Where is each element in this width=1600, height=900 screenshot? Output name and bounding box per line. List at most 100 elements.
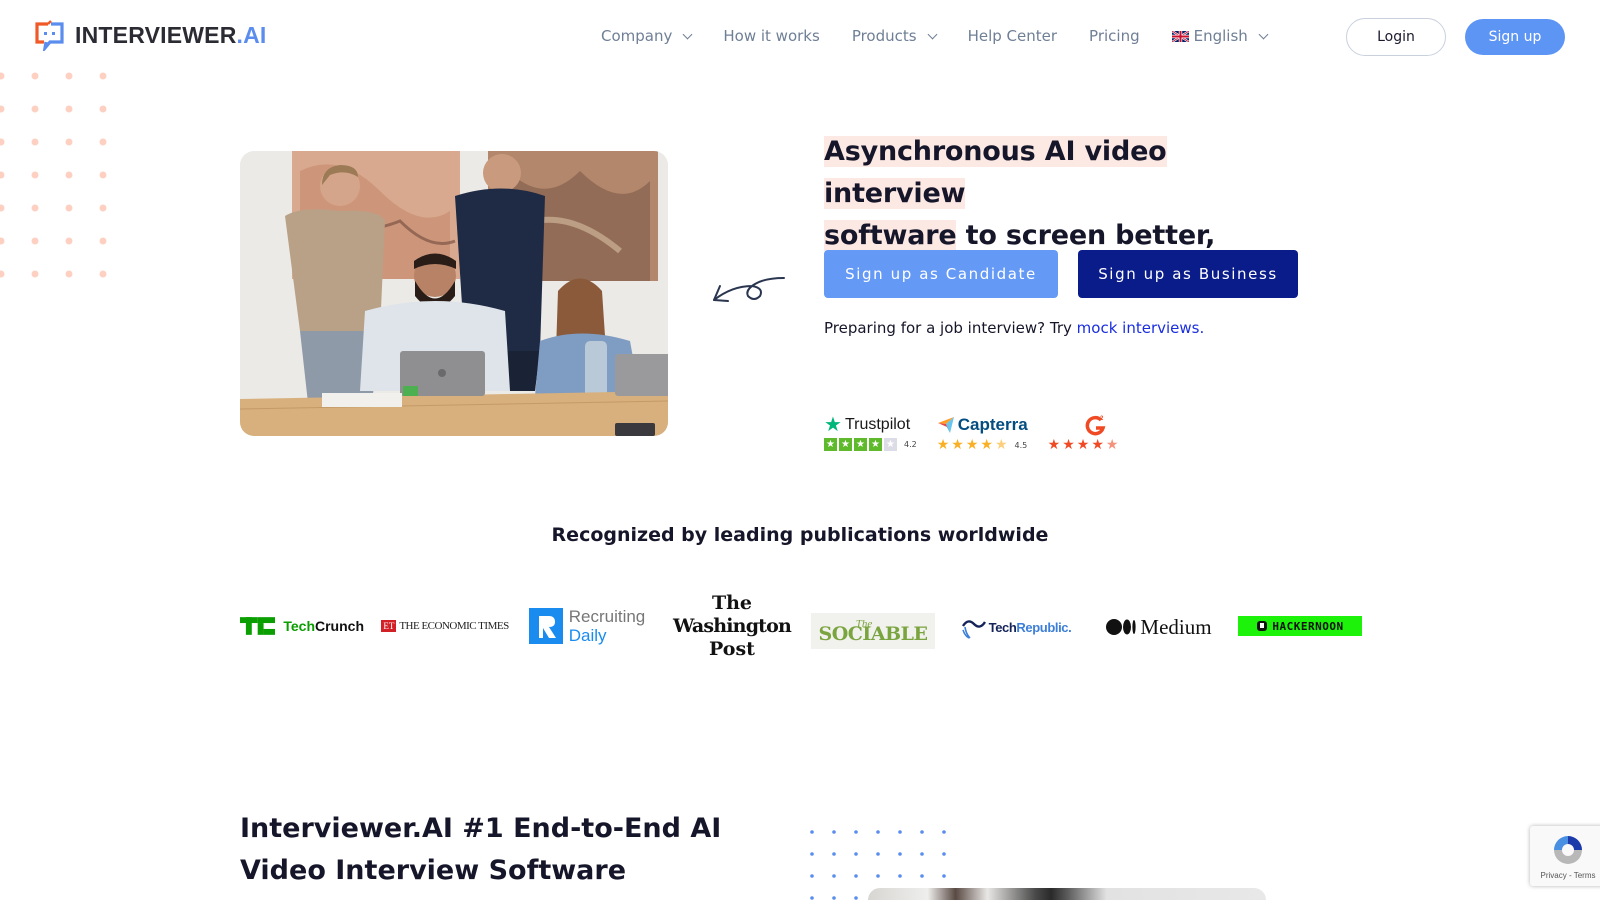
decorative-dot: [31, 72, 39, 80]
g2-logo-icon: 2: [1085, 415, 1106, 436]
rating-trustpilot[interactable]: ★ Trustpilot ★ ★ ★ ★ ★ 4.2: [824, 414, 917, 451]
recruiting-daily-logo[interactable]: Recruiting Daily: [525, 606, 649, 646]
hackernoon-helmet-icon: [1257, 621, 1268, 631]
decorative-dot: [920, 874, 924, 878]
recaptcha-badge[interactable]: Privacy - Terms: [1530, 826, 1600, 886]
washington-post-logo[interactable]: The Washington Post: [670, 586, 794, 666]
the-sociable-logo[interactable]: The SOCIABLE: [811, 613, 935, 649]
logo-text: INTERVIEWER.AI: [75, 22, 267, 48]
recaptcha-links[interactable]: Privacy - Terms: [1541, 871, 1596, 880]
decorative-dot: [31, 237, 39, 245]
decorative-dot: [854, 852, 858, 856]
techrepublic-wave-icon: [961, 620, 986, 639]
review-ratings: ★ Trustpilot ★ ★ ★ ★ ★ 4.2 Capterra ★ ★ …: [824, 414, 1118, 452]
capterra-stars: ★ ★ ★ ★ ★ 4.5: [937, 438, 1028, 452]
decorative-dot: [810, 852, 814, 856]
techrepublic-logo[interactable]: TechRepublic.: [954, 614, 1078, 640]
decorative-dot: [854, 874, 858, 878]
chevron-down-icon: [682, 29, 693, 39]
login-button[interactable]: Login: [1346, 18, 1446, 56]
decorative-dot: [65, 171, 73, 179]
star-icon: ★: [824, 438, 837, 451]
g2-logo: 2: [1048, 414, 1119, 436]
language-selector[interactable]: English: [1171, 27, 1269, 45]
decorative-dot: [898, 830, 902, 834]
decorative-dot: [832, 852, 836, 856]
chevron-down-icon: [927, 29, 938, 39]
decorative-dot: [832, 896, 836, 900]
techcrunch-text: TechCrunch: [283, 618, 364, 634]
techcrunch-logo[interactable]: TechCrunch: [240, 612, 364, 640]
wapo-line: Washington: [672, 614, 792, 637]
decorative-dot: [65, 72, 73, 80]
g2-stars: ★ ★ ★ ★ ★: [1048, 438, 1119, 452]
techrepublic-text: TechRepublic.: [988, 619, 1072, 635]
star-empty-icon: ★: [884, 438, 897, 451]
decorative-dot: [31, 270, 39, 278]
star-icon: ★: [869, 438, 882, 451]
decorative-dot: [99, 105, 107, 113]
medium-text: Medium: [1140, 614, 1212, 639]
section-photo: [868, 888, 1266, 900]
section-headline-line: Interviewer.AI #1 End-to-End AI: [240, 813, 722, 844]
rating-score: 4.2: [904, 440, 917, 449]
decorative-dot: [898, 874, 902, 878]
decorative-dot: [810, 830, 814, 834]
wapo-line: The: [711, 591, 753, 614]
main-nav: Company How it works Products Help Cente…: [601, 0, 1299, 72]
decorative-dot: [0, 72, 5, 80]
decorative-dot: [99, 138, 107, 146]
decorative-dot: [832, 874, 836, 878]
team-photo-illustration: [240, 151, 668, 436]
nav-products[interactable]: Products: [852, 27, 938, 45]
chat-bubble-logo-icon: [35, 20, 64, 51]
trustpilot-star-icon: ★: [824, 414, 842, 436]
rating-capterra[interactable]: Capterra ★ ★ ★ ★ ★ 4.5: [937, 414, 1028, 452]
techcrunch-tc-icon: [240, 617, 276, 635]
decorative-dot: [65, 105, 73, 113]
rating-g2[interactable]: 2 ★ ★ ★ ★ ★: [1048, 414, 1119, 452]
rating-name-text: Trustpilot: [844, 416, 911, 433]
sociable-text: SOCIABLE: [818, 622, 928, 645]
economic-times-logo[interactable]: ET THE ECONOMIC TIMES: [381, 614, 509, 638]
mock-interviews-link[interactable]: mock interviews.: [1077, 319, 1205, 337]
signup-business-button[interactable]: Sign up as Business: [1078, 250, 1298, 298]
publications-heading: Recognized by leading publications world…: [551, 524, 1049, 546]
star-icon: ★: [965, 437, 979, 453]
nav-how-it-works[interactable]: How it works: [723, 27, 819, 45]
nav-company[interactable]: Company: [601, 27, 693, 45]
decorative-dot: [0, 204, 5, 212]
decorative-dot: [65, 138, 73, 146]
capterra-arrow-icon: [937, 417, 954, 433]
chevron-down-icon: [1258, 29, 1269, 39]
star-icon: ★: [980, 437, 993, 453]
section-headline: Interviewer.AI #1 End-to-End AI Video Int…: [240, 808, 760, 892]
decorative-dot: [99, 270, 107, 278]
logo[interactable]: INTERVIEWER.AI: [34, 20, 267, 51]
hackernoon-logo[interactable]: HACKERNOON: [1238, 616, 1362, 636]
star-icon: ★: [1047, 437, 1061, 453]
decorative-dot: [31, 171, 39, 179]
decorative-dot: [942, 852, 946, 856]
signup-candidate-button[interactable]: Sign up as Candidate: [824, 250, 1058, 298]
trustpilot-logo: ★ Trustpilot: [824, 414, 917, 436]
nav-pricing[interactable]: Pricing: [1089, 27, 1140, 45]
site-header: INTERVIEWER.AI Company How it works Prod…: [0, 0, 1600, 72]
signup-button[interactable]: Sign up: [1465, 19, 1565, 55]
medium-dots-icon: [1106, 619, 1137, 635]
headline-highlight: Asynchronous AI video interview: [824, 136, 1167, 209]
publication-logos: TechCrunch ET THE ECONOMIC TIMES Recruit…: [240, 592, 1364, 672]
wapo-line: Post: [709, 637, 755, 660]
decorative-dot: [99, 204, 107, 212]
decorative-dot: [65, 270, 73, 278]
nav-help-center[interactable]: Help Center: [968, 27, 1057, 45]
decorative-dot: [854, 896, 858, 900]
decorative-dot: [99, 237, 107, 245]
decorative-dot: [99, 171, 107, 179]
nav-label: Help Center: [967, 27, 1058, 45]
mock-interview-prompt: Preparing for a job interview? Try mock …: [824, 319, 1204, 337]
hackernoon-text: HACKERNOON: [1272, 619, 1344, 633]
medium-logo[interactable]: Medium: [1097, 614, 1221, 640]
decorative-dot: [810, 874, 814, 878]
decorative-dot: [31, 105, 39, 113]
